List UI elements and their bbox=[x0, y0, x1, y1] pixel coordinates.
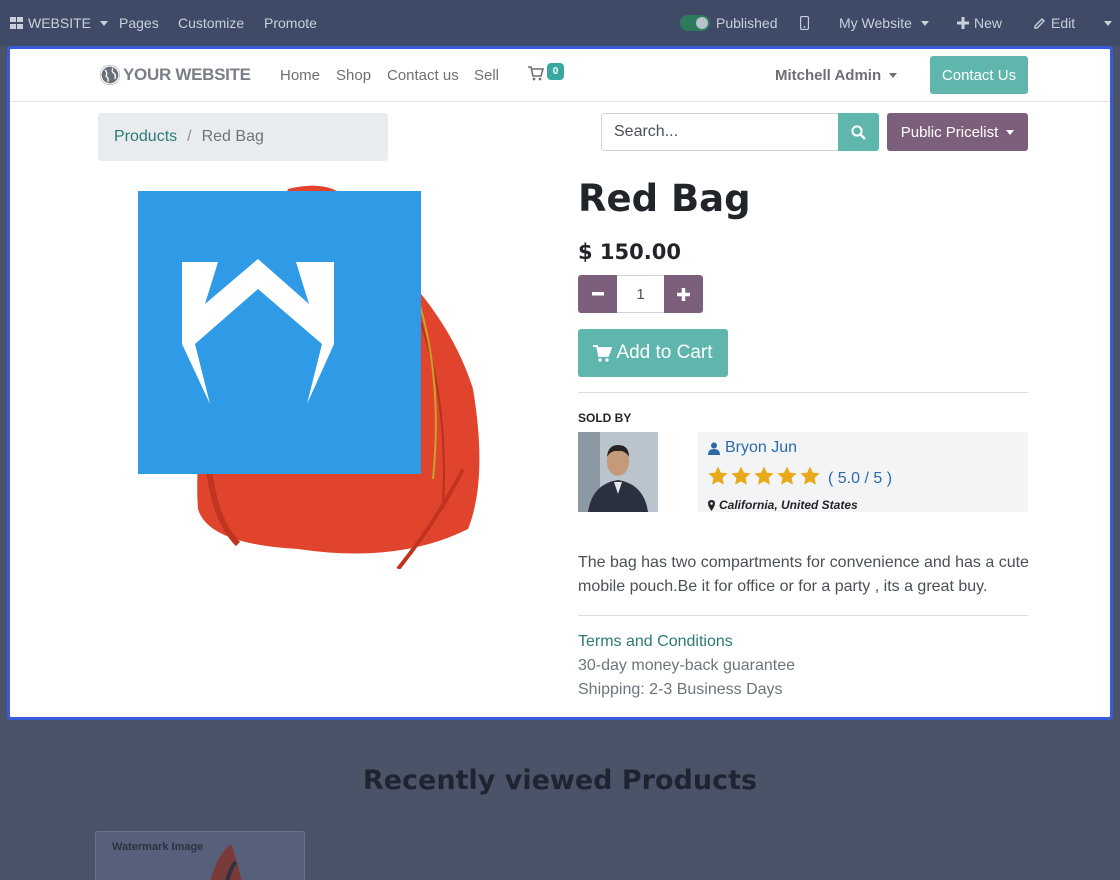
nav-link-home[interactable]: Home bbox=[280, 67, 320, 84]
published-label: Published bbox=[716, 15, 778, 31]
nav-link-shop[interactable]: Shop bbox=[336, 67, 371, 84]
promote-menu[interactable]: Promote bbox=[264, 0, 317, 46]
plus-icon bbox=[677, 287, 690, 301]
pages-menu[interactable]: Pages bbox=[119, 0, 159, 46]
product-image-graphic bbox=[138, 185, 480, 571]
customize-menu[interactable]: Customize bbox=[178, 0, 244, 46]
seller-location: California, United States bbox=[708, 498, 858, 512]
star-icon bbox=[777, 466, 797, 485]
new-label: New bbox=[974, 15, 1003, 31]
edit-button[interactable]: Edit bbox=[1034, 0, 1075, 46]
product-price: $ 150.00 bbox=[578, 240, 681, 264]
breadcrumb-separator: / bbox=[187, 128, 192, 145]
plus-icon bbox=[957, 17, 969, 29]
pencil-icon bbox=[1034, 18, 1045, 29]
site-selector-label: My Website bbox=[839, 15, 912, 31]
add-to-cart-button[interactable]: Add to Cart bbox=[578, 329, 728, 377]
account-name: Mitchell Admin bbox=[775, 67, 882, 84]
terms-and-conditions-link[interactable]: Terms and Conditions bbox=[578, 633, 733, 651]
guarantee-text: 30-day money-back guarantee bbox=[578, 657, 796, 674]
brand-logo-square bbox=[138, 191, 421, 474]
search-icon bbox=[851, 124, 866, 140]
seller-avatar[interactable] bbox=[578, 432, 658, 512]
admin-bar: WEBSITE Pages Customize Promote Publishe… bbox=[0, 0, 1120, 46]
website-frame: YOUR WEBSITE Home Shop Contact us Sell 0… bbox=[7, 46, 1113, 720]
product-image[interactable] bbox=[98, 179, 498, 571]
shipping-text: Shipping: 2-3 Business Days bbox=[578, 681, 783, 698]
globe-icon bbox=[100, 65, 120, 85]
add-to-cart-label: Add to Cart bbox=[616, 342, 713, 363]
divider bbox=[578, 615, 1028, 616]
chevron-down-icon bbox=[100, 20, 109, 26]
pricelist-dropdown[interactable]: Public Pricelist bbox=[887, 113, 1028, 151]
seller-rating-text[interactable]: ( 5.0 / 5 ) bbox=[828, 470, 892, 488]
star-icon bbox=[754, 466, 774, 485]
chevron-down-icon bbox=[889, 73, 898, 78]
breadcrumb-products-link[interactable]: Products bbox=[114, 128, 177, 146]
quantity-increase-button[interactable] bbox=[664, 275, 703, 313]
site-navbar: YOUR WEBSITE Home Shop Contact us Sell 0… bbox=[10, 49, 1110, 102]
pages-label: Pages bbox=[119, 15, 159, 31]
watermark-text: Watermark Image bbox=[112, 841, 204, 853]
mobile-preview-button[interactable] bbox=[800, 0, 809, 46]
mobile-icon bbox=[800, 16, 809, 30]
app-menu-button[interactable]: WEBSITE bbox=[10, 0, 109, 46]
breadcrumb-current: Red Bag bbox=[201, 128, 264, 145]
product-description: The bag has two compartments for conveni… bbox=[578, 554, 1029, 595]
star-icon bbox=[731, 466, 751, 485]
shopping-cart-icon bbox=[528, 66, 545, 81]
app-menu-label: WEBSITE bbox=[28, 15, 92, 31]
seller-info-card: Bryon Jun ( 5.0 / 5 ) California, United… bbox=[698, 432, 1028, 512]
seller-name: Bryon Jun bbox=[725, 439, 798, 456]
toggle-switch[interactable] bbox=[680, 15, 710, 31]
chevron-down-icon bbox=[920, 20, 929, 26]
pricelist-label: Public Pricelist bbox=[900, 123, 999, 141]
nav-link-contact[interactable]: Contact us bbox=[387, 67, 459, 84]
star-icon bbox=[800, 466, 820, 485]
site-logo[interactable]: YOUR WEBSITE bbox=[100, 65, 251, 85]
sold-by-label: SOLD BY bbox=[578, 411, 632, 425]
nav-link-sell[interactable]: Sell bbox=[474, 67, 499, 84]
quantity-decrease-button[interactable] bbox=[578, 275, 617, 313]
recent-product-card[interactable]: Watermark Image bbox=[95, 831, 305, 880]
account-menu[interactable]: Mitchell Admin bbox=[775, 67, 898, 84]
new-button[interactable]: New bbox=[957, 0, 1002, 46]
minus-icon bbox=[591, 292, 604, 296]
chevron-down-icon bbox=[1104, 20, 1112, 26]
logo-text: YOUR WEBSITE bbox=[123, 65, 251, 84]
quantity-input[interactable]: 1 bbox=[617, 275, 664, 313]
breadcrumb: Products / Red Bag bbox=[98, 113, 388, 161]
product-title: Red Bag bbox=[578, 177, 751, 220]
user-icon bbox=[708, 442, 720, 455]
divider bbox=[578, 392, 1028, 393]
contact-us-button[interactable]: Contact Us bbox=[930, 56, 1028, 94]
map-marker-icon bbox=[708, 499, 715, 511]
cart-link[interactable] bbox=[528, 66, 545, 84]
customize-label: Customize bbox=[178, 15, 245, 31]
more-menu-button[interactable] bbox=[1100, 0, 1112, 46]
published-toggle[interactable]: Published bbox=[680, 0, 778, 46]
cart-count-badge: 0 bbox=[547, 63, 564, 80]
shopping-cart-icon bbox=[593, 344, 613, 362]
chevron-down-icon bbox=[1006, 129, 1015, 135]
promote-label: Promote bbox=[264, 15, 317, 31]
site-selector[interactable]: My Website bbox=[839, 0, 929, 46]
search-input[interactable]: Search... bbox=[601, 113, 839, 151]
grid-icon bbox=[10, 17, 23, 29]
seller-rating-stars bbox=[707, 465, 821, 487]
star-icon bbox=[708, 466, 728, 485]
edit-label: Edit bbox=[1051, 15, 1076, 31]
seller-name-link[interactable]: Bryon Jun bbox=[708, 439, 797, 457]
recent-product-thumbnail bbox=[210, 844, 242, 880]
recently-viewed-title: Recently viewed Products bbox=[362, 765, 758, 796]
seller-location-text: California, United States bbox=[719, 498, 858, 512]
search-button[interactable] bbox=[838, 113, 879, 151]
